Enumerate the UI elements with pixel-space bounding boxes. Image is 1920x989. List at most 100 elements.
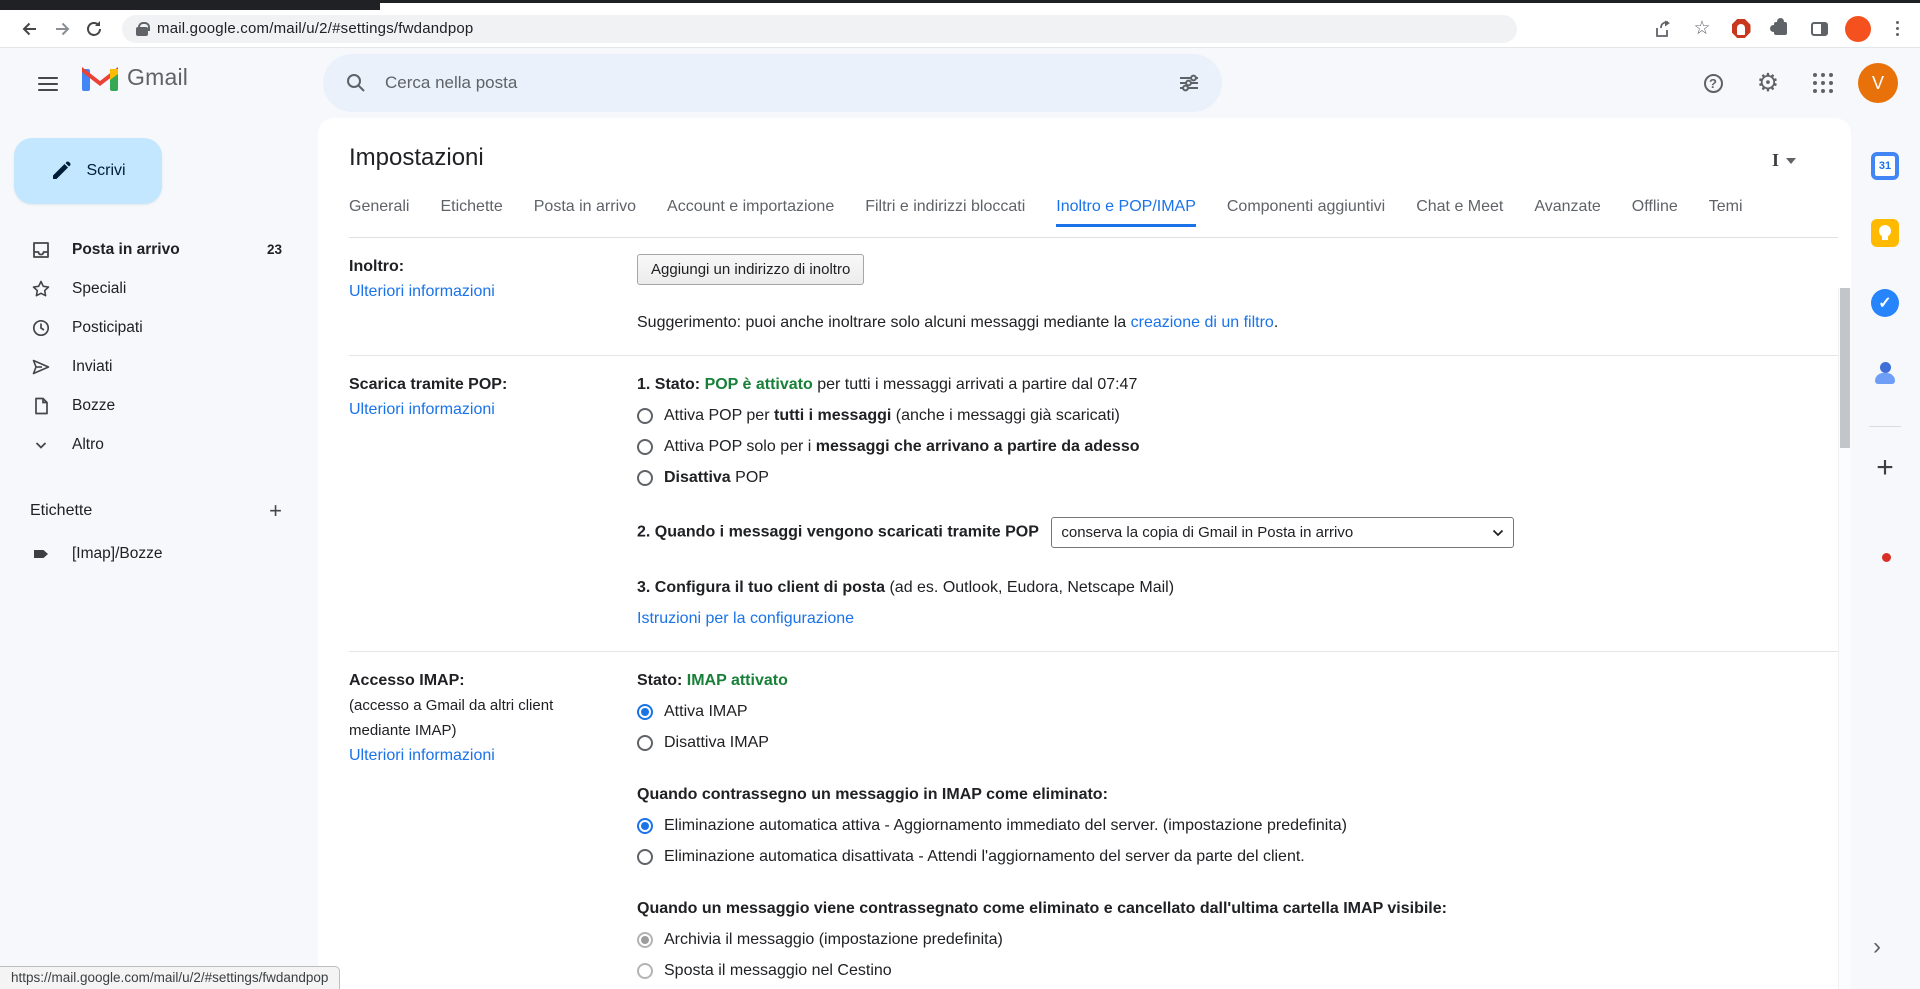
account-avatar[interactable]: V xyxy=(1858,63,1898,103)
star-icon xyxy=(30,279,52,299)
side-panel-icon[interactable] xyxy=(1806,16,1832,42)
forwarding-more-info-link[interactable]: Ulteriori informazioni xyxy=(349,283,495,300)
pop-more-info-link[interactable]: Ulteriori informazioni xyxy=(349,401,495,418)
tasks-icon[interactable]: ✓ xyxy=(1871,289,1899,317)
sidebar: Scrivi Posta in arrivo 23 Speciali Posti… xyxy=(0,118,318,989)
input-tools-caret-icon xyxy=(1786,158,1796,164)
browser-tab-strip xyxy=(0,0,1920,10)
gmail-header: Gmail Cerca nella posta ? ⚙ V xyxy=(0,48,1920,118)
imap-more-info-link[interactable]: Ulteriori informazioni xyxy=(349,747,495,764)
reload-icon[interactable] xyxy=(78,13,110,45)
add-forwarding-address-button[interactable]: Aggiungi un indirizzo di inoltro xyxy=(637,254,864,285)
chevron-down-icon xyxy=(30,437,52,453)
imap-autoexpunge-off[interactable]: Eliminazione automatica disattivata - At… xyxy=(637,844,1838,869)
radio-icon[interactable] xyxy=(637,849,653,865)
gmail-app: Gmail Cerca nella posta ? ⚙ V Scrivi xyxy=(0,48,1920,989)
imap-autoexpunge-on[interactable]: Eliminazione automatica attiva - Aggiorn… xyxy=(637,813,1838,838)
scrollbar-thumb[interactable] xyxy=(1840,288,1850,448)
companion-divider xyxy=(1869,426,1901,427)
settings-scrollbar xyxy=(1838,288,1851,989)
calendar-icon[interactable]: 31 xyxy=(1871,152,1899,180)
url-bar[interactable]: mail.google.com/mail/u/2/#settings/fwdan… xyxy=(122,15,1517,43)
send-icon xyxy=(30,357,52,377)
compose-button[interactable]: Scrivi xyxy=(14,138,162,204)
search-icon[interactable] xyxy=(345,72,367,94)
hide-side-panel-icon[interactable]: › xyxy=(1873,933,1881,961)
pop-option-from-now[interactable]: Attiva POP solo per i messaggi che arriv… xyxy=(637,434,1838,459)
imap-expunge-trash[interactable]: Sposta il messaggio nel Cestino xyxy=(637,958,1838,983)
labels-heading: Etichette xyxy=(30,502,92,520)
settings-tabs: Generali Etichette Posta in arrivo Accou… xyxy=(349,198,1754,227)
search-bar[interactable]: Cerca nella posta xyxy=(323,54,1222,112)
sidebar-item-starred[interactable]: Speciali xyxy=(0,269,318,308)
tab-temi[interactable]: Temi xyxy=(1709,198,1743,227)
radio-icon[interactable] xyxy=(637,470,653,486)
radio-checked-icon[interactable] xyxy=(637,704,653,720)
google-apps-icon[interactable] xyxy=(1803,63,1843,103)
tab-filtri-indirizzi[interactable]: Filtri e indirizzi bloccati xyxy=(865,198,1025,227)
sidebar-nav: Posta in arrivo 23 Speciali Posticipati … xyxy=(0,230,318,464)
tab-posta-in-arrivo[interactable]: Posta in arrivo xyxy=(534,198,636,227)
create-filter-link[interactable]: creazione di un filtro xyxy=(1131,314,1274,331)
tab-inoltro-pop-imap[interactable]: Inoltro e POP/IMAP xyxy=(1056,198,1196,227)
search-options-tune-icon[interactable] xyxy=(1178,72,1200,94)
keep-icon[interactable] xyxy=(1871,219,1899,247)
help-icon[interactable]: ? xyxy=(1693,63,1733,103)
configuration-instructions-link[interactable]: Istruzioni per la configurazione xyxy=(637,610,854,627)
back-icon[interactable] xyxy=(14,13,46,45)
tab-etichette[interactable]: Etichette xyxy=(440,198,502,227)
get-addons-icon[interactable]: + xyxy=(1871,454,1899,482)
label-tag-icon xyxy=(30,544,52,564)
imap-expunge-heading: Quando un messaggio viene contrassegnato… xyxy=(637,896,1838,921)
tab-componenti-aggiuntivi[interactable]: Componenti aggiuntivi xyxy=(1227,198,1385,227)
sidebar-item-more[interactable]: Altro xyxy=(0,425,318,464)
sidebar-label-imap-bozze[interactable]: [Imap]/Bozze xyxy=(0,536,318,572)
select-caret-icon xyxy=(1492,529,1504,537)
browser-profile-avatar[interactable] xyxy=(1845,16,1871,42)
radio-checked-icon[interactable] xyxy=(637,818,653,834)
browser-toolbar: mail.google.com/mail/u/2/#settings/fwdan… xyxy=(0,10,1920,48)
url-text[interactable]: mail.google.com/mail/u/2/#settings/fwdan… xyxy=(157,20,473,37)
share-icon[interactable] xyxy=(1650,16,1676,42)
draft-icon xyxy=(30,396,52,416)
sidebar-item-drafts[interactable]: Bozze xyxy=(0,386,318,425)
search-input[interactable]: Cerca nella posta xyxy=(385,73,1178,93)
tab-offline[interactable]: Offline xyxy=(1632,198,1678,227)
settings-gear-icon[interactable]: ⚙ xyxy=(1748,63,1788,103)
notification-dot xyxy=(1882,553,1891,562)
pop-option-disable[interactable]: Disattiva POP xyxy=(637,465,1838,490)
pop-option-all-messages[interactable]: Attiva POP per tutti i messaggi (anche i… xyxy=(637,403,1838,428)
contacts-icon[interactable] xyxy=(1871,359,1899,387)
tab-account-importazione[interactable]: Account e importazione xyxy=(667,198,834,227)
imap-option-disable[interactable]: Disattiva IMAP xyxy=(637,730,1838,755)
sidebar-item-snoozed[interactable]: Posticipati xyxy=(0,308,318,347)
imap-label: Accesso IMAP: xyxy=(349,668,617,693)
forwarding-tip: Suggerimento: puoi anche inoltrare solo … xyxy=(637,310,1838,335)
forward-icon[interactable] xyxy=(46,13,78,45)
radio-icon[interactable] xyxy=(637,735,653,751)
tab-chat-meet[interactable]: Chat e Meet xyxy=(1416,198,1503,227)
radio-disabled-checked-icon xyxy=(637,932,653,948)
radio-icon[interactable] xyxy=(637,439,653,455)
sidebar-item-sent[interactable]: Inviati xyxy=(0,347,318,386)
tab-avanzate[interactable]: Avanzate xyxy=(1534,198,1600,227)
extensions-puzzle-icon[interactable] xyxy=(1767,16,1793,42)
browser-menu-icon[interactable] xyxy=(1884,16,1910,42)
sidebar-item-inbox[interactable]: Posta in arrivo 23 xyxy=(0,230,318,269)
gmail-logo: Gmail xyxy=(82,64,188,91)
imap-option-enable[interactable]: Attiva IMAP xyxy=(637,699,1838,724)
adblock-extension-icon[interactable] xyxy=(1728,16,1754,42)
input-tools-selector[interactable]: I xyxy=(1772,150,1796,171)
pop-action-select[interactable]: conserva la copia di Gmail in Posta in a… xyxy=(1051,517,1514,548)
pop-configure-line: 3. Configura il tuo client di posta (ad … xyxy=(637,575,1838,600)
imap-status-value: IMAP attivato xyxy=(687,672,788,689)
pop-label: Scarica tramite POP: xyxy=(349,372,617,397)
main-menu-icon[interactable] xyxy=(28,68,68,100)
tab-generali[interactable]: Generali xyxy=(349,198,409,227)
gmail-logo-text: Gmail xyxy=(127,64,188,91)
forwarding-row: Inoltro: Ulteriori informazioni Aggiungi… xyxy=(349,238,1838,356)
radio-icon[interactable] xyxy=(637,408,653,424)
bookmark-star-icon[interactable]: ☆ xyxy=(1689,16,1715,42)
create-label-icon[interactable]: + xyxy=(269,500,282,522)
imap-expunge-archive[interactable]: Archivia il messaggio (impostazione pred… xyxy=(637,927,1838,952)
